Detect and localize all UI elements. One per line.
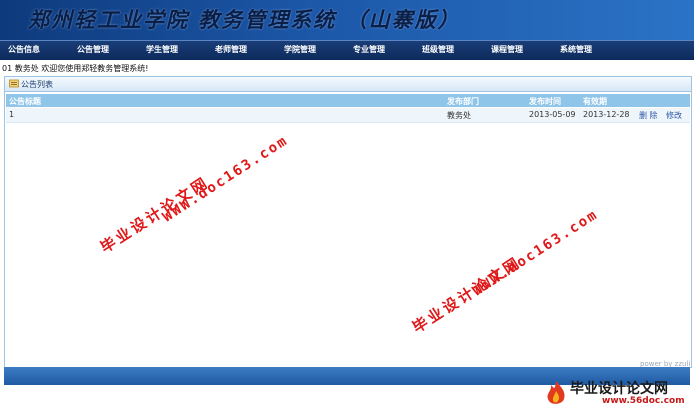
flame-icon bbox=[547, 381, 565, 404]
table-header: 公告标题 发布部门 发布时间 有效期 bbox=[6, 94, 690, 107]
main-nav: 公告信息 公告管理 学生管理 老师管理 学院管理 专业管理 班级管理 课程管理 … bbox=[0, 40, 694, 60]
nav-item-college-manage[interactable]: 学院管理 bbox=[284, 44, 316, 55]
cell-title[interactable]: 1 bbox=[9, 110, 14, 119]
table-row: 1 教务处 2013-05-09 2013-12-28 删 除 修改 bbox=[6, 108, 690, 123]
nav-item-course-manage[interactable]: 课程管理 bbox=[491, 44, 523, 55]
nav-item-major-manage[interactable]: 专业管理 bbox=[353, 44, 385, 55]
nav-item-class-manage[interactable]: 班级管理 bbox=[422, 44, 454, 55]
nav-item-teacher-manage[interactable]: 老师管理 bbox=[215, 44, 247, 55]
notice-list-panel: 公告列表 公告标题 发布部门 发布时间 有效期 1 教务处 2013-05-09… bbox=[4, 76, 692, 368]
cell-dept: 教务处 bbox=[447, 111, 471, 120]
column-expire: 有效期 bbox=[583, 97, 607, 106]
list-icon bbox=[9, 79, 19, 88]
nav-item-student-manage[interactable]: 学生管理 bbox=[146, 44, 178, 55]
nav-item-system-manage[interactable]: 系统管理 bbox=[560, 44, 592, 55]
header-banner: 郑州轻工业学院 教务管理系统 （山寨版） bbox=[0, 0, 694, 40]
logo-text: 毕业设计论文网 bbox=[570, 381, 668, 397]
nav-item-notice-info[interactable]: 公告信息 bbox=[8, 44, 40, 55]
panel-title-bar: 公告列表 bbox=[5, 77, 691, 92]
edit-link[interactable]: 修改 bbox=[666, 110, 682, 121]
app-title: 郑州轻工业学院 教务管理系统 （山寨版） bbox=[28, 7, 461, 32]
site-logo: 毕业设计论文网 www.56doc.com bbox=[540, 377, 692, 410]
column-title: 公告标题 bbox=[9, 97, 41, 106]
welcome-message: 01 教务处 欢迎您使用郑轻教务管理系统! bbox=[2, 64, 149, 73]
panel-title: 公告列表 bbox=[21, 80, 53, 89]
delete-link[interactable]: 删 除 bbox=[639, 110, 658, 121]
cell-publish: 2013-05-09 bbox=[529, 110, 576, 119]
column-dept: 发布部门 bbox=[447, 97, 479, 106]
cell-expire: 2013-12-28 bbox=[583, 110, 630, 119]
column-publish: 发布时间 bbox=[529, 97, 561, 106]
nav-item-notice-manage[interactable]: 公告管理 bbox=[77, 44, 109, 55]
logo-url: www.56doc.com bbox=[602, 396, 685, 406]
